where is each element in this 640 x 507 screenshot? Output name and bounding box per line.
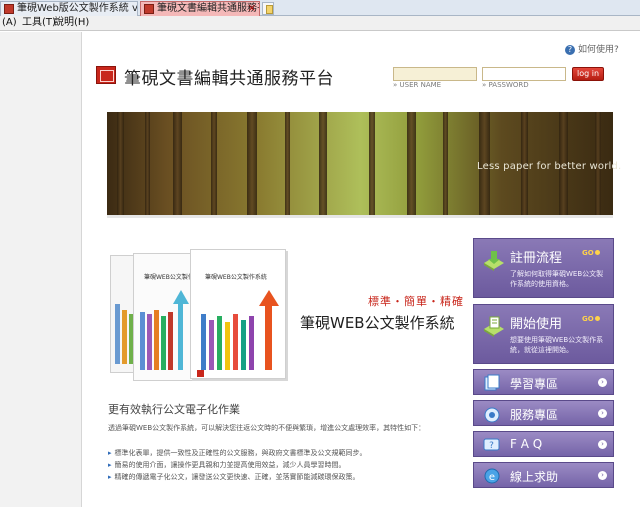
browser-menu-bar: (A) 工具(T) 說明(H) bbox=[0, 16, 640, 31]
box-color-bar bbox=[140, 312, 145, 370]
register-process-button[interactable]: 註冊流程 GO 了解如何取得筆硯WEB公文製作系統的使用資格。 bbox=[473, 238, 614, 298]
tree-trunk bbox=[247, 112, 257, 215]
chevron-right-icon: › bbox=[598, 471, 607, 480]
tree-trunk bbox=[145, 112, 150, 215]
sidebar-item-faq[interactable]: ? F A Q › bbox=[473, 431, 614, 457]
start-title: 開始使用 bbox=[510, 317, 563, 332]
intro-title: 更有效執行公文電子化作業 bbox=[108, 403, 240, 416]
password-label: » PASSWORD bbox=[482, 81, 529, 89]
sidebar-item-label: 線上求助 bbox=[510, 470, 559, 484]
box-color-bar bbox=[115, 304, 120, 364]
feature-bullet: 標準化表單，提供一致性及正確性的公文服務，與政府文書標準及公文規範同步。 bbox=[108, 448, 367, 458]
sidebar-item-label: 服務專區 bbox=[510, 408, 559, 422]
tree-trunk bbox=[369, 112, 375, 215]
register-subtitle: 了解如何取得筆硯WEB公文製作系統的使用資格。 bbox=[510, 270, 604, 288]
tree-trunk bbox=[319, 112, 327, 215]
box-arrow-head bbox=[173, 290, 189, 304]
register-icon bbox=[484, 251, 504, 271]
sidebar-item-online-help[interactable]: e 線上求助 › bbox=[473, 462, 614, 488]
box-color-bar bbox=[209, 320, 214, 370]
learning-icon bbox=[484, 374, 500, 391]
tab-label: 筆硯Web版公文製作系統 ver.4... bbox=[17, 3, 138, 14]
tab-label: 筆硯文書編輯共通服務平台 bbox=[157, 3, 259, 14]
go-label: GO bbox=[582, 315, 600, 323]
start-icon bbox=[484, 316, 504, 337]
product-name: 筆硯WEB公文製作系統 bbox=[300, 314, 455, 332]
box-color-bar bbox=[233, 314, 238, 370]
banner-tagline: Less paper for better world. bbox=[477, 161, 622, 172]
start-using-button[interactable]: 開始使用 GO 想要使用筆硯WEB公文製作系統，就從這裡開始。 bbox=[473, 304, 614, 364]
sidebar-item-label: 學習專區 bbox=[510, 377, 559, 391]
chevron-right-icon: › bbox=[598, 440, 607, 449]
box-color-bar bbox=[241, 320, 246, 370]
username-input[interactable] bbox=[393, 67, 477, 81]
tree-trunk bbox=[443, 112, 448, 215]
password-input[interactable] bbox=[482, 67, 566, 81]
service-icon bbox=[484, 407, 500, 423]
site-title: 筆硯文書編輯共通服務平台 bbox=[124, 69, 334, 89]
register-title: 註冊流程 bbox=[510, 251, 563, 266]
internet-explorer-icon: e bbox=[484, 468, 500, 484]
box-color-bar bbox=[225, 322, 230, 370]
page-left-gutter bbox=[0, 32, 82, 507]
tree-trunk bbox=[173, 112, 182, 215]
svg-text:e: e bbox=[489, 472, 495, 483]
username-label: » USER NAME bbox=[393, 81, 442, 89]
menu-item-tools[interactable]: 工具(T) bbox=[22, 16, 56, 30]
intro-text: 透過筆硯WEB公文製作系統，可以解決您往返公文時的不便與繁瑣，增進公文處理效率，… bbox=[108, 424, 426, 432]
tree-trunk bbox=[407, 112, 416, 215]
banner-shadow bbox=[107, 215, 613, 218]
feature-bullet: 精確的傳遞電子化公文，讓發送公文更快速、正確，並落實節能減碳環保政策。 bbox=[108, 472, 360, 482]
chevron-right-icon: › bbox=[598, 409, 607, 418]
product-box-front: 筆硯WEB公文製作系統 bbox=[190, 249, 286, 379]
product-box-middle: 筆硯WEB公文製作系統 bbox=[133, 253, 206, 381]
sidebar-item-learning[interactable]: 學習專區 › bbox=[473, 369, 614, 395]
box-color-bar bbox=[161, 316, 166, 370]
box-color-bar bbox=[147, 314, 152, 370]
start-subtitle: 想要使用筆硯WEB公文製作系統，就從這裡開始。 bbox=[510, 336, 604, 354]
help-label: 如何使用? bbox=[578, 45, 619, 55]
new-tab-icon[interactable] bbox=[262, 2, 274, 15]
box-logo-icon bbox=[197, 370, 204, 377]
faq-icon: ? bbox=[483, 438, 500, 451]
box-color-bar bbox=[154, 310, 159, 370]
chevron-right-icon: › bbox=[598, 378, 607, 387]
site-favicon-icon bbox=[4, 4, 14, 14]
box-arrow-shaft bbox=[265, 306, 272, 370]
tree-trunk bbox=[117, 112, 124, 215]
box-arrow-shaft bbox=[178, 304, 183, 370]
help-link[interactable]: ? 如何使用? bbox=[565, 42, 619, 55]
browser-tab-active[interactable]: 筆硯文書編輯共通服務平台 × bbox=[140, 1, 260, 16]
box-color-bar bbox=[122, 310, 127, 364]
site-logo-icon bbox=[96, 66, 116, 84]
box-color-bar bbox=[168, 312, 173, 370]
box-color-bar bbox=[249, 316, 254, 370]
box-arrow-head bbox=[259, 290, 279, 306]
feature-bullet: 簡易的使用介面，讓操作更具親和力並提高使用效益，減少人員學習時間。 bbox=[108, 460, 346, 470]
tree-trunk bbox=[211, 112, 217, 215]
go-label: GO bbox=[582, 249, 600, 257]
box-color-bar bbox=[217, 316, 222, 370]
svg-text:?: ? bbox=[489, 441, 494, 451]
site-favicon-icon bbox=[144, 4, 154, 14]
sidebar-item-service[interactable]: 服務專區 › bbox=[473, 400, 614, 426]
box-title: 筆硯WEB公文製作系統 bbox=[205, 274, 267, 281]
sidebar-item-label: F A Q bbox=[510, 437, 543, 451]
login-button[interactable]: log in bbox=[572, 67, 604, 81]
menu-item-help[interactable]: 說明(H) bbox=[54, 16, 89, 30]
tree-trunk bbox=[285, 112, 290, 215]
tab-close-icon[interactable]: × bbox=[248, 2, 256, 16]
browser-tab-inactive[interactable]: 筆硯Web版公文製作系統 ver.4... bbox=[0, 1, 138, 16]
box-color-bar bbox=[201, 314, 206, 370]
menu-item-partial[interactable]: (A) bbox=[2, 16, 17, 30]
product-slogan: 標準・簡單・精確 bbox=[368, 295, 464, 308]
question-icon: ? bbox=[565, 45, 575, 55]
browser-tab-strip: 筆硯Web版公文製作系統 ver.4... 筆硯文書編輯共通服務平台 × bbox=[0, 0, 640, 16]
